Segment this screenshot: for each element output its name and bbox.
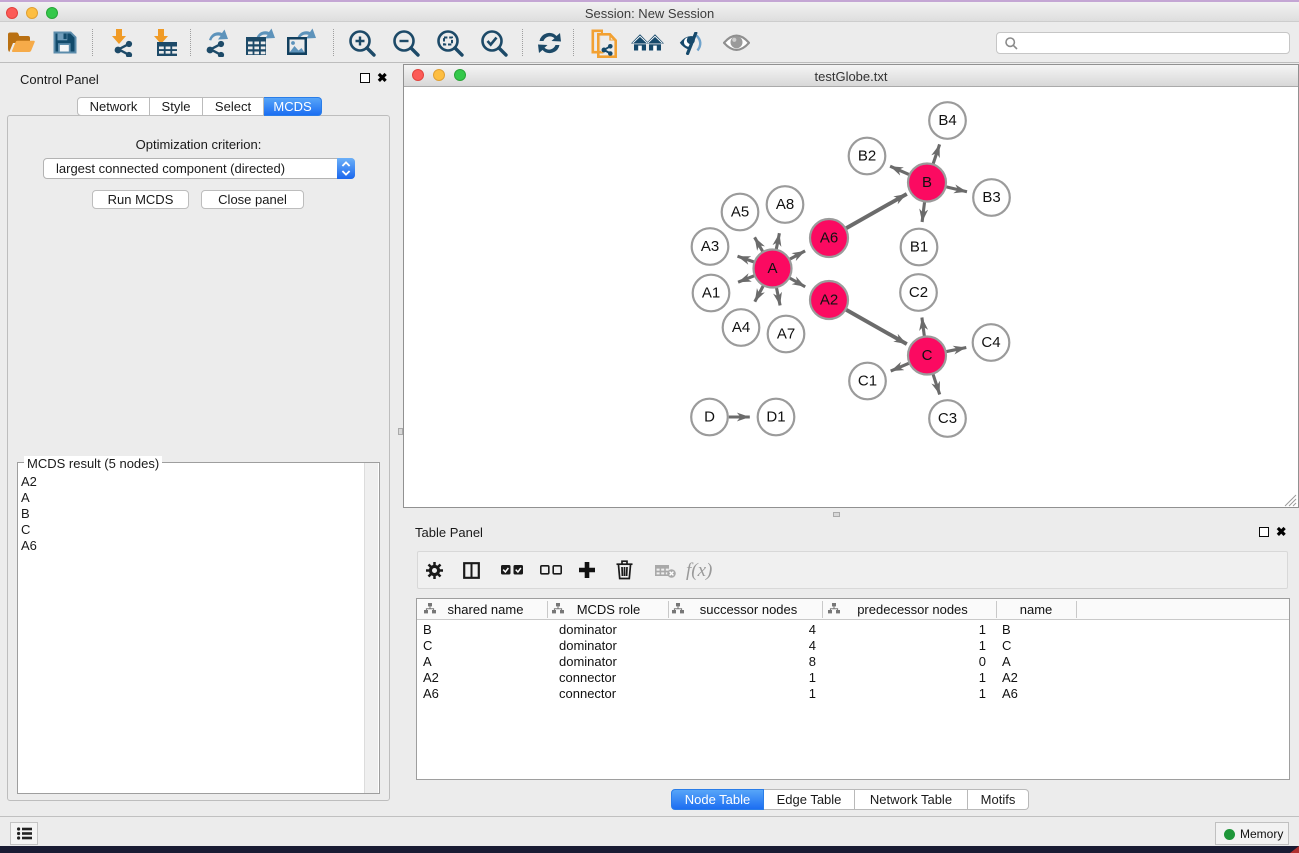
svg-text:C3: C3 [938,410,957,427]
svg-text:A1: A1 [702,285,720,302]
svg-text:D: D [704,409,715,426]
svg-text:B4: B4 [938,112,956,129]
svg-text:C1: C1 [858,373,877,390]
svg-text:A3: A3 [701,238,719,255]
svg-text:B1: B1 [910,239,928,256]
svg-text:B3: B3 [982,189,1000,206]
svg-text:D1: D1 [766,409,785,426]
svg-text:A8: A8 [776,196,794,213]
svg-text:A7: A7 [777,326,795,343]
svg-text:A5: A5 [731,204,749,221]
svg-text:C2: C2 [909,284,928,301]
svg-text:A: A [767,260,777,277]
svg-text:A4: A4 [732,319,750,336]
svg-text:A2: A2 [820,292,838,309]
svg-text:A6: A6 [820,230,838,247]
svg-text:C4: C4 [981,334,1000,351]
svg-text:C: C [922,347,933,364]
svg-text:B2: B2 [858,148,876,165]
svg-text:B: B [922,174,932,191]
